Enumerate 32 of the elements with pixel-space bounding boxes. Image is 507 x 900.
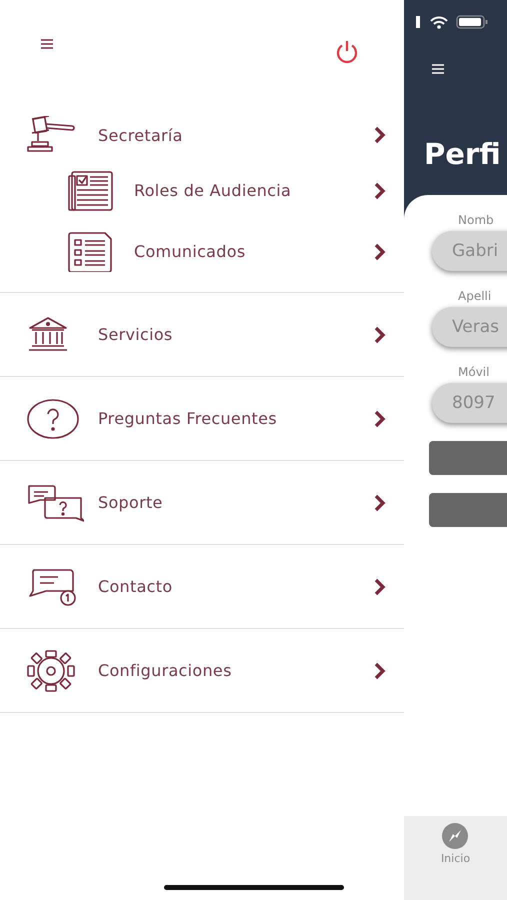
chevron-right-icon	[374, 126, 386, 144]
compass-icon	[442, 823, 468, 849]
menu-item[interactable]: Comunicados	[0, 221, 404, 282]
menu-item[interactable]: Preguntas Frecuentes	[0, 377, 404, 460]
signal-icon	[416, 16, 422, 28]
menu-item[interactable]: Secretaría	[0, 110, 404, 160]
menu-item[interactable]: Servicios	[0, 293, 404, 376]
menu-item[interactable]: Contacto	[0, 545, 404, 628]
chevron-right-icon	[374, 410, 386, 428]
gear-icon	[26, 648, 76, 692]
menu-item[interactable]: Roles de Audiencia	[0, 160, 404, 221]
field-label: Móvil	[458, 365, 490, 381]
chevron-right-icon	[374, 494, 386, 512]
menu-item[interactable]: Configuraciones	[0, 629, 404, 712]
chevron-right-icon	[374, 662, 386, 680]
chevron-right-icon	[374, 326, 386, 344]
field-label: Nomb	[458, 213, 495, 229]
list-icon	[68, 232, 112, 272]
chat-bubbles-icon	[26, 484, 84, 522]
menu-icon[interactable]	[41, 39, 53, 49]
page-title: Perfi	[424, 137, 501, 171]
checklist-icon	[68, 170, 114, 210]
menu-item[interactable]: Soporte	[0, 461, 404, 544]
power-icon[interactable]	[334, 39, 360, 65]
bank-icon	[26, 316, 70, 354]
chevron-right-icon	[374, 182, 386, 200]
chevron-right-icon	[374, 242, 386, 260]
wifi-icon	[430, 16, 448, 28]
question-circle-icon	[26, 398, 80, 440]
field-label: Apelli	[458, 289, 492, 305]
chevron-right-icon	[374, 578, 386, 596]
battery-icon	[456, 15, 488, 29]
